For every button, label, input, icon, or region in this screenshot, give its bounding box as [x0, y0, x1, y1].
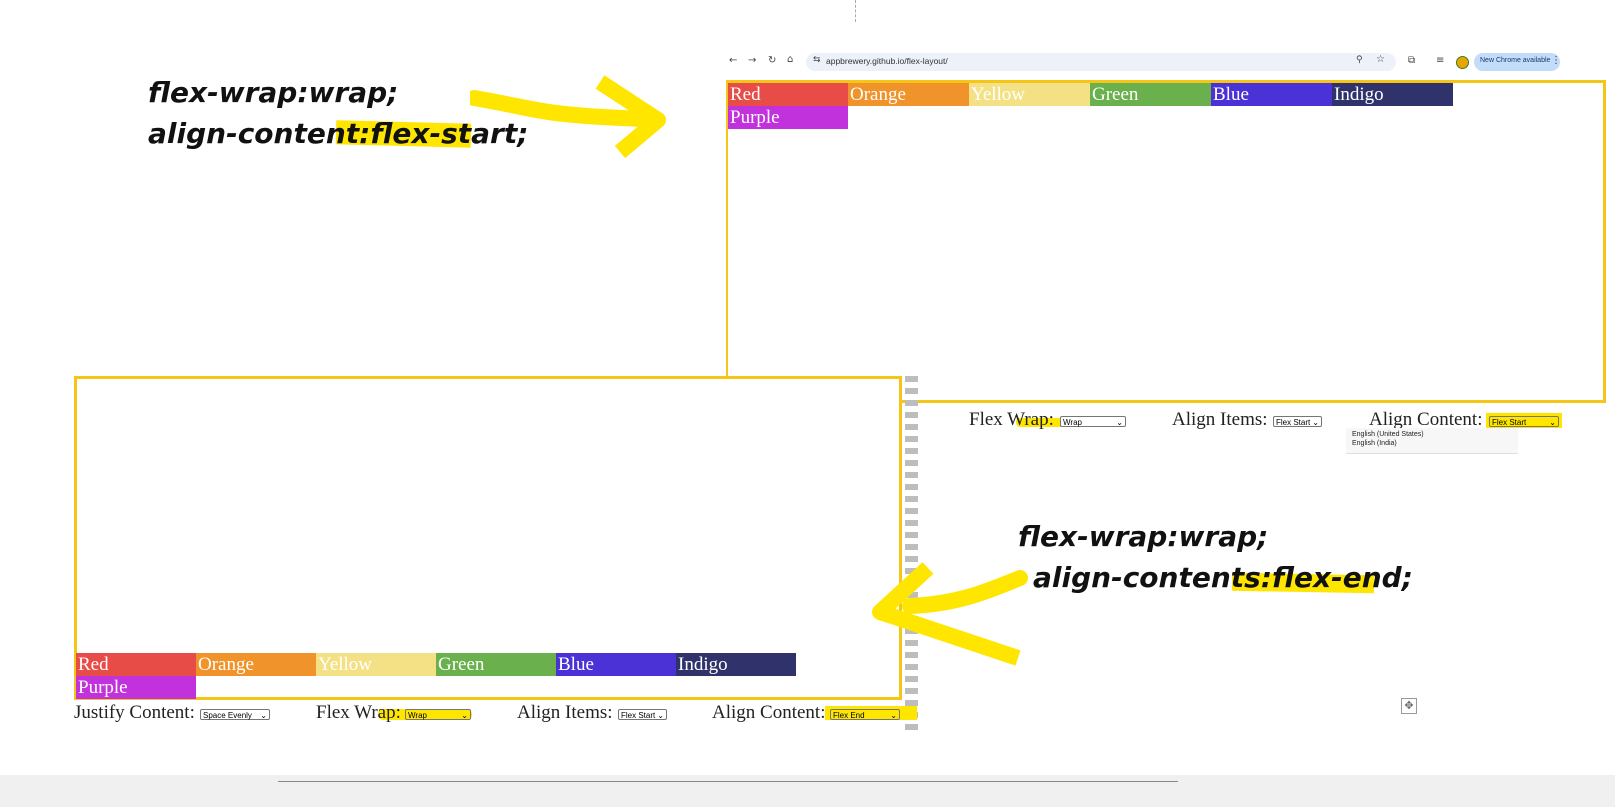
annotation-bottom-line2: align-contents:flex-end;: [1018, 557, 1413, 598]
arrow-left-icon: [872, 562, 1028, 666]
chevron-down-icon: ⌄: [260, 711, 267, 720]
chevron-down-icon: ⌄: [890, 711, 897, 720]
chevron-down-icon: ⌄: [1116, 418, 1123, 427]
profile-avatar[interactable]: [1456, 56, 1469, 69]
menu-kebab-icon[interactable]: ⋮: [1551, 55, 1561, 66]
chevron-down-icon: ⌄: [1312, 418, 1319, 427]
top-box-red: Red: [728, 83, 848, 106]
url-text: appbrewery.github.io/flex-layout/: [826, 56, 948, 66]
reload-icon[interactable]: ↻: [768, 55, 776, 66]
bottom-flex-container: [74, 376, 902, 700]
bottom-box-red: Red: [76, 653, 196, 676]
language-option[interactable]: English (India): [1352, 440, 1397, 447]
move-handle-icon[interactable]: ✥: [1401, 698, 1417, 714]
top-align-content-select[interactable]: Flex Start ⌄: [1489, 416, 1559, 427]
annotation-top-line2-prefix: align-content:: [148, 117, 371, 150]
bookmark-star-icon[interactable]: ☆: [1376, 54, 1385, 65]
bottom-align-items-value: Flex Start: [621, 711, 656, 720]
top-flex-wrap-value: Wrap: [1063, 418, 1082, 427]
top-box-green: Green: [1090, 83, 1211, 106]
back-icon[interactable]: ←: [729, 55, 737, 66]
site-info-icon[interactable]: ⇆: [813, 55, 821, 65]
top-box-yellow: Yellow: [969, 83, 1090, 106]
top-flex-wrap-select[interactable]: Wrap ⌄: [1060, 416, 1126, 427]
top-align-items-value: Flex Start: [1276, 418, 1311, 427]
arrow-right-icon: [470, 75, 666, 159]
forward-icon[interactable]: →: [748, 55, 756, 66]
bottom-bar: [0, 775, 1615, 807]
top-box-purple: Purple: [728, 106, 848, 129]
top-align-items-select[interactable]: Flex Start ⌄: [1273, 416, 1322, 427]
guide-line: [855, 0, 856, 22]
annotation-bottom-line2-value: flex-end;: [1272, 561, 1413, 594]
chevron-down-icon: ⌄: [657, 711, 664, 720]
top-flex-container: [726, 80, 1606, 403]
annotation-bottom-line1: flex-wrap:wrap;: [1018, 520, 1269, 553]
top-box-indigo: Indigo: [1332, 83, 1453, 106]
language-popup: English (United States) English (India): [1346, 428, 1518, 454]
bottom-justify-select[interactable]: Space Evenly ⌄: [200, 709, 270, 720]
update-badge[interactable]: New Chrome available ⋮: [1474, 53, 1561, 71]
language-option[interactable]: English (United States): [1352, 431, 1424, 438]
bottom-align-content-value: Flex End: [833, 711, 865, 720]
bottom-flex-wrap-value: Wrap: [408, 711, 427, 720]
chevron-down-icon: ⌄: [1549, 418, 1556, 427]
bottom-flex-wrap-select[interactable]: Wrap ⌄: [405, 709, 471, 720]
top-box-blue: Blue: [1211, 83, 1332, 106]
extensions-icon[interactable]: ⧉: [1408, 55, 1415, 66]
bottom-box-blue: Blue: [556, 653, 676, 676]
bottom-align-content-select[interactable]: Flex End ⌄: [830, 709, 900, 720]
bottom-justify-label: Justify Content:: [74, 702, 195, 723]
top-align-content-value: Flex Start: [1492, 418, 1527, 427]
top-box-orange: Orange: [848, 83, 969, 106]
bottom-align-items-label: Align Items:: [517, 702, 613, 723]
bottom-justify-value: Space Evenly: [203, 711, 252, 720]
bottom-box-orange: Orange: [196, 653, 316, 676]
update-badge-label: New Chrome available: [1480, 57, 1551, 64]
bottom-align-content-label: Align Content:: [712, 702, 826, 723]
reading-list-icon[interactable]: ≡: [1436, 55, 1444, 66]
transparency-strip: [905, 370, 918, 730]
bottom-box-purple: Purple: [76, 676, 196, 699]
bottom-box-yellow: Yellow: [316, 653, 436, 676]
browser-toolbar: ← → ↻ ⌂ ⇆ appbrewery.github.io/flex-layo…: [724, 50, 1615, 74]
bottom-align-items-select[interactable]: Flex Start ⌄: [618, 709, 667, 720]
bottom-box-green: Green: [436, 653, 556, 676]
chevron-down-icon: ⌄: [461, 711, 468, 720]
bottom-bar-divider: [278, 781, 1178, 782]
annotation-bottom-line2-prefix: align-contents:: [1033, 561, 1273, 594]
bottom-flex-wrap-label: Flex Wrap:: [316, 702, 401, 723]
home-icon[interactable]: ⌂: [787, 54, 793, 65]
zoom-icon[interactable]: ⚲: [1356, 55, 1363, 65]
bottom-box-indigo: Indigo: [676, 653, 796, 676]
annotation-bottom: flex-wrap:wrap; align-contents:flex-end;: [1018, 516, 1413, 598]
top-align-items-label: Align Items:: [1172, 409, 1268, 430]
top-flex-wrap-label: Flex Wrap:: [969, 409, 1054, 430]
address-bar[interactable]: ⇆ appbrewery.github.io/flex-layout/ ⚲ ☆: [806, 53, 1396, 71]
